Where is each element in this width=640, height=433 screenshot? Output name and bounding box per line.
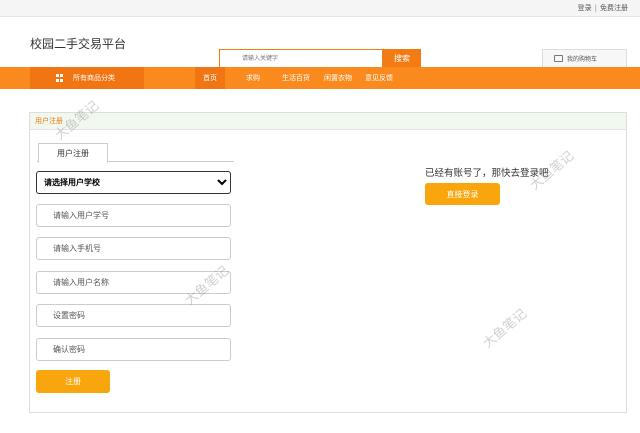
register-button[interactable]: 注册 — [36, 370, 110, 393]
register-link[interactable]: 免费注册 — [600, 4, 628, 12]
student-id-field[interactable] — [36, 204, 231, 227]
nav-item-daily-goods[interactable]: 生活百货 — [278, 67, 314, 89]
tab-register[interactable]: 用户注册 — [38, 143, 108, 163]
password-field[interactable] — [36, 304, 231, 327]
phone-field[interactable] — [36, 237, 231, 260]
register-panel: 用户注册 用户注册 请选择用户学校 注册 已经有账号了，那快去登录吧 直接登录 — [29, 112, 627, 413]
has-account-text: 已经有账号了，那快去登录吧 — [425, 168, 549, 179]
header: 校园二手交易平台 搜索 我的购物车 — [0, 17, 640, 68]
nav-item-wanted[interactable]: 求购 — [238, 67, 268, 89]
cart-label: 我的购物车 — [567, 56, 598, 63]
nav-item-feedback[interactable]: 意见反馈 — [362, 67, 396, 89]
login-button[interactable]: 直接登录 — [425, 183, 500, 205]
site-title[interactable]: 校园二手交易平台 — [30, 35, 126, 52]
school-select[interactable]: 请选择用户学校 — [36, 171, 231, 194]
panel-title: 用户注册 — [30, 113, 626, 130]
search-button[interactable]: 搜索 — [383, 49, 421, 68]
cart-button[interactable]: 我的购物车 — [542, 49, 627, 68]
username-field[interactable] — [36, 271, 231, 294]
main-nav: 所有商品分类 首页 求购 生活百货 闲置衣物 意见反馈 — [0, 67, 640, 89]
nav-item-home[interactable]: 首页 — [195, 67, 225, 89]
top-links: 登录 | 免费注册 — [578, 3, 628, 13]
category-menu[interactable]: 所有商品分类 — [30, 67, 144, 89]
link-separator: | — [594, 4, 597, 12]
grid-icon — [56, 74, 64, 82]
login-link[interactable]: 登录 — [578, 4, 592, 12]
search-input[interactable] — [219, 49, 383, 68]
category-label: 所有商品分类 — [73, 74, 115, 82]
top-bar: 登录 | 免费注册 — [0, 0, 640, 17]
nav-item-used-clothes[interactable]: 闲置衣物 — [320, 67, 356, 89]
cart-icon — [554, 55, 563, 62]
confirm-password-field[interactable] — [36, 338, 231, 361]
